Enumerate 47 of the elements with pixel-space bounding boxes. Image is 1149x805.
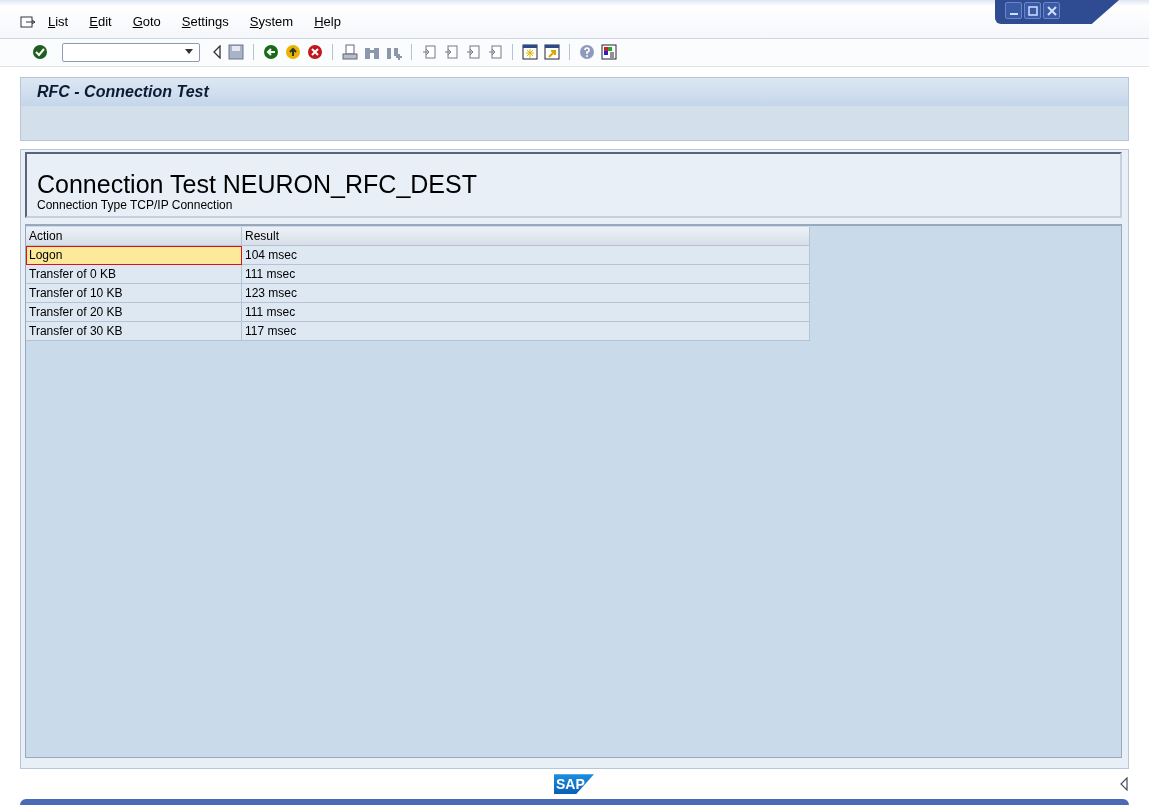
checkmark-icon[interactable] <box>32 44 48 61</box>
maximize-button[interactable] <box>1024 2 1041 19</box>
table-cell[interactable]: Logon <box>26 246 242 266</box>
page-arrow-icon[interactable] <box>443 44 459 61</box>
table-cell: 123 msec <box>242 284 810 304</box>
column-header[interactable]: Result <box>242 227 810 247</box>
page-arrow-icon[interactable] <box>421 44 437 61</box>
table-cell[interactable]: Transfer of 30 KB <box>26 322 242 342</box>
table-cell: 111 msec <box>242 303 810 323</box>
shortcut-icon[interactable] <box>544 44 560 61</box>
back-icon[interactable] <box>263 44 279 61</box>
table-cell: 117 msec <box>242 322 810 342</box>
exit-icon[interactable] <box>285 44 301 61</box>
help-icon[interactable] <box>579 44 595 61</box>
close-button[interactable] <box>1043 2 1060 19</box>
header-title: Connection Test NEURON_RFC_DEST <box>37 170 478 199</box>
layout-icon[interactable] <box>601 44 617 61</box>
column-header[interactable]: Action <box>26 227 242 247</box>
table-cell: 111 msec <box>242 265 810 285</box>
page-arrow-icon[interactable] <box>465 44 481 61</box>
triangle-left-icon[interactable] <box>1119 777 1129 792</box>
command-field[interactable] <box>62 42 200 62</box>
header-subtitle: Connection Type TCP/IP Connection <box>37 198 234 213</box>
triangle-left-icon[interactable] <box>212 45 222 60</box>
minimize-button[interactable] <box>1005 2 1022 19</box>
cancel-icon[interactable] <box>307 44 323 61</box>
maximize-icon <box>1027 5 1038 16</box>
table-cell[interactable]: Transfer of 0 KB <box>26 265 242 285</box>
minimize-icon <box>1009 12 1018 15</box>
page-arrow-icon[interactable] <box>487 44 503 61</box>
save-icon[interactable] <box>228 44 244 61</box>
table-cell[interactable]: Transfer of 20 KB <box>26 303 242 323</box>
menu-item[interactable]: Help <box>314 14 341 30</box>
screen-title: RFC - Connection Test <box>37 83 209 101</box>
table-cell: 104 msec <box>242 246 810 266</box>
table-cell[interactable]: Transfer of 10 KB <box>26 284 242 304</box>
menu-item[interactable]: System <box>249 14 294 30</box>
close-icon <box>1046 5 1057 16</box>
sap-logo: SAP <box>554 774 594 795</box>
menu-item[interactable]: Settings <box>181 14 229 30</box>
menu-icon[interactable] <box>20 14 36 29</box>
menu-item[interactable]: List <box>48 14 69 30</box>
menu-item[interactable]: Edit <box>89 14 112 30</box>
print-icon[interactable] <box>342 44 358 61</box>
caret-icon[interactable] <box>184 49 194 56</box>
menu-item[interactable]: Goto <box>132 14 161 30</box>
new-window-icon[interactable] <box>522 44 538 61</box>
